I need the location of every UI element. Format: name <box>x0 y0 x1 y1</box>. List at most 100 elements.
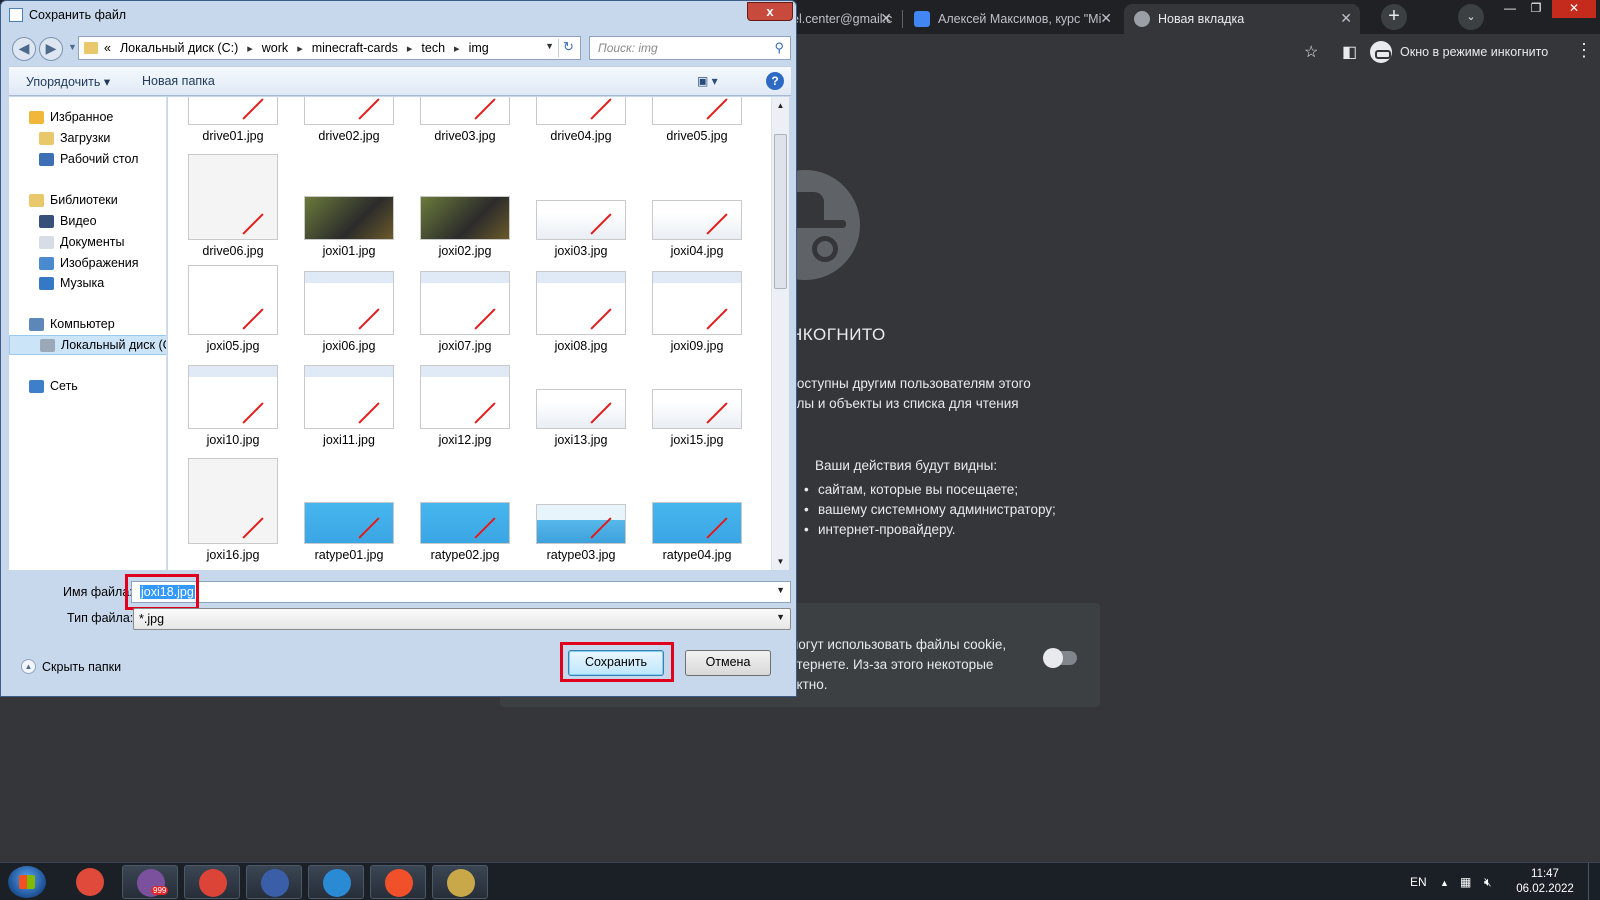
file-item[interactable]: ratype03.jpg <box>528 448 634 562</box>
file-item[interactable]: drive01.jpg <box>180 97 286 143</box>
file-type-select[interactable]: *.jpg ▼ <box>133 608 791 630</box>
close-icon[interactable]: ✕ <box>880 10 892 27</box>
nav-item[interactable]: Документы <box>9 232 124 252</box>
file-item[interactable]: joxi13.jpg <box>528 333 634 447</box>
nav-item[interactable]: Сеть <box>9 376 78 396</box>
scroll-down-icon[interactable]: ▼ <box>772 553 789 570</box>
file-thumbnail <box>420 271 510 335</box>
chevron-right-icon[interactable]: ▸ <box>454 42 460 55</box>
vertical-scrollbar[interactable]: ▲ ▼ <box>771 97 789 570</box>
nav-item[interactable]: Видео <box>9 211 97 231</box>
volume-muted-icon[interactable]: 🔇︎ <box>1484 875 1492 890</box>
breadcrumb-drive[interactable]: Локальный диск (C:) <box>120 41 238 55</box>
red-arrow-icon <box>474 402 496 424</box>
file-item[interactable]: drive02.jpg <box>296 97 402 143</box>
language-indicator[interactable]: EN <box>1410 875 1427 889</box>
view-options-icon[interactable]: ▣ ▾ <box>697 74 718 88</box>
scrollbar-thumb[interactable] <box>774 134 787 289</box>
tray-expand-icon[interactable]: ▲ <box>1440 878 1449 888</box>
tab-course[interactable]: Алексей Максимов, курс "Mi ✕ <box>904 4 1120 34</box>
address-dropdown-icon[interactable]: ▼ <box>545 41 554 51</box>
file-item[interactable]: joxi11.jpg <box>296 333 402 447</box>
nav-item[interactable]: Компьютер <box>9 314 115 334</box>
file-item[interactable]: joxi10.jpg <box>180 333 286 447</box>
nav-item[interactable]: Локальный диск (C <box>9 335 166 355</box>
taskbar-app-chrome-profile[interactable] <box>184 865 240 899</box>
show-desktop-button[interactable] <box>1588 863 1600 900</box>
address-bar[interactable]: « Локальный диск (C:) ▸ work ▸ minecraft… <box>78 36 581 60</box>
star-icon[interactable]: ☆ <box>1304 42 1318 62</box>
history-dropdown-icon[interactable]: ▼ <box>68 42 77 52</box>
breadcrumb-overflow[interactable]: « <box>104 41 111 55</box>
nav-item-icon <box>39 152 54 166</box>
file-type-value: *.jpg <box>139 612 165 626</box>
refresh-icon[interactable]: ↻ <box>558 39 578 57</box>
close-icon[interactable]: ✕ <box>1100 10 1112 27</box>
file-thumbnail <box>536 97 626 125</box>
taskbar-app-save-app[interactable] <box>246 865 302 899</box>
file-thumbnail <box>652 389 742 429</box>
taskbar-app-vscode[interactable] <box>308 865 364 899</box>
dialog-title: Сохранить файл <box>29 8 127 22</box>
new-tab-button[interactable]: + <box>1381 4 1407 30</box>
file-name-input[interactable]: joxi18.jpg ▼ <box>131 581 791 603</box>
scroll-up-icon[interactable]: ▲ <box>772 97 789 114</box>
restore-icon[interactable]: ❐ <box>1523 0 1549 18</box>
nav-item[interactable]: Изображения <box>9 253 139 273</box>
file-item[interactable]: joxi16.jpg <box>180 448 286 562</box>
back-icon[interactable]: ◀ <box>12 37 36 61</box>
new-folder-button[interactable]: Новая папка <box>142 74 215 88</box>
file-item[interactable]: drive03.jpg <box>412 97 518 143</box>
cancel-button[interactable]: Отмена <box>685 650 771 676</box>
dialog-close-button[interactable]: x <box>747 2 793 21</box>
tab-new-tab[interactable]: Новая вкладка ✕ <box>1124 4 1360 34</box>
nav-item[interactable]: Загрузки <box>9 128 110 148</box>
file-item[interactable]: ratype02.jpg <box>412 448 518 562</box>
chevron-down-icon[interactable]: ▼ <box>776 612 785 622</box>
taskbar-app-viber[interactable]: 999 <box>122 865 178 899</box>
incognito-label: Окно в режиме инкогнито <box>1400 45 1549 59</box>
file-item[interactable]: ratype04.jpg <box>644 448 750 562</box>
organize-button[interactable]: Упорядочить ▾ <box>26 74 110 89</box>
taskbar-app-git[interactable] <box>370 865 426 899</box>
incognito-indicator[interactable]: Окно в режиме инкогнито <box>1370 40 1548 64</box>
file-item[interactable]: ratype01.jpg <box>296 448 402 562</box>
chevron-right-icon[interactable]: ▸ <box>407 42 413 55</box>
breadcrumb-work[interactable]: work <box>262 41 288 55</box>
file-item[interactable]: drive04.jpg <box>528 97 634 143</box>
menu-icon[interactable]: ⋮ <box>1575 40 1593 61</box>
file-item[interactable]: joxi15.jpg <box>644 333 750 447</box>
network-icon[interactable]: ▦ <box>1460 875 1471 889</box>
nav-item[interactable]: Рабочий стол <box>9 149 138 169</box>
system-clock[interactable]: 11:47 06.02.2022 <box>1515 867 1575 897</box>
tab-search-icon[interactable]: ⌄ <box>1458 4 1484 30</box>
file-thumbnail <box>420 97 510 125</box>
side-panel-icon[interactable]: ◧ <box>1342 42 1357 62</box>
window-close-icon[interactable]: ✕ <box>1552 0 1596 18</box>
incognito-text-line-2: йлы и объекты из списка для чтения <box>789 396 1019 411</box>
help-icon[interactable]: ? <box>766 72 784 90</box>
taskbar-app-chrome[interactable] <box>62 865 118 899</box>
breadcrumb-tech[interactable]: tech <box>421 41 445 55</box>
file-item[interactable]: joxi12.jpg <box>412 333 518 447</box>
breadcrumb-img[interactable]: img <box>469 41 489 55</box>
chevron-right-icon[interactable]: ▸ <box>247 42 253 55</box>
nav-item[interactable]: Библиотеки <box>9 190 118 210</box>
taskbar-app-paint[interactable] <box>432 865 488 899</box>
file-item[interactable]: drive05.jpg <box>644 97 750 143</box>
nav-item[interactable]: Избранное <box>9 107 113 127</box>
forward-icon[interactable]: ▶ <box>39 37 63 61</box>
minimize-icon[interactable]: — <box>1497 0 1523 18</box>
tab-gmail[interactable]: el.center@gmail.c ✕ <box>782 4 900 34</box>
chevron-down-icon[interactable]: ▼ <box>776 585 785 595</box>
red-arrow-icon <box>242 402 264 424</box>
cookie-toggle[interactable] <box>1043 648 1077 668</box>
search-input[interactable]: Поиск: img ⚲ <box>589 36 791 60</box>
search-icon[interactable]: ⚲ <box>774 40 784 56</box>
chevron-right-icon[interactable]: ▸ <box>297 42 303 55</box>
hide-folders-button[interactable]: ▲ Скрыть папки <box>21 659 121 674</box>
breadcrumb-minecraft-cards[interactable]: minecraft-cards <box>312 41 398 55</box>
nav-item[interactable]: Музыка <box>9 273 104 293</box>
close-icon[interactable]: ✕ <box>1340 10 1352 27</box>
start-button[interactable] <box>8 866 46 898</box>
